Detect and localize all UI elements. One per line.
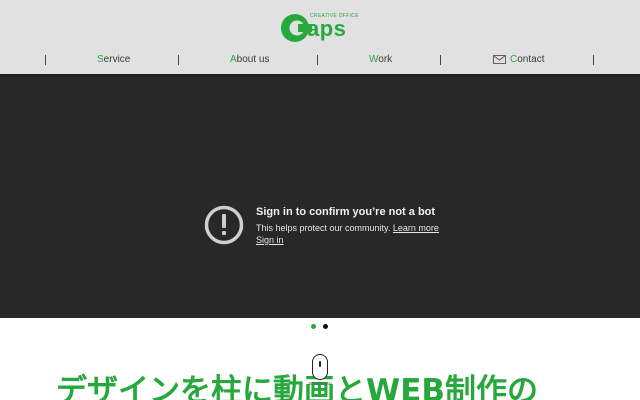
exclamation-circle-icon (204, 205, 244, 245)
hero-video-embed[interactable]: Sign in to confirm you’re not a bot This… (0, 74, 640, 318)
nav-item-about[interactable]: About us (230, 54, 269, 68)
mouse-wheel (319, 361, 321, 367)
main-nav: Service About us Work Contact (0, 52, 640, 70)
nav-separator (178, 55, 179, 65)
nav-separator (593, 55, 594, 65)
nav-item-initial: A (230, 54, 237, 65)
main-headline: デザインを柱に動画とWEB制作の (56, 373, 538, 400)
nav-item-contact[interactable]: Contact (510, 54, 544, 68)
scroll-down-label: Scroll down (308, 381, 332, 386)
mail-icon[interactable] (493, 55, 506, 64)
nav-item-label: bout us (236, 54, 270, 65)
bot-check-title: Sign in to confirm you’re not a bot (256, 206, 436, 218)
sign-in-link[interactable]: Sign in (256, 235, 284, 245)
mouse-icon[interactable] (312, 354, 328, 380)
nav-item-initial: W (369, 54, 379, 65)
nav-separator (440, 55, 441, 65)
nav-item-initial: S (97, 54, 104, 65)
learn-more-link[interactable]: Learn more (393, 223, 439, 233)
bot-check-text: This helps protect our community. (256, 223, 391, 233)
nav-separator (317, 55, 318, 65)
slider-dot-2[interactable] (323, 324, 328, 329)
site-header: CREATIVE OFFICE aps Service About us Wor… (0, 0, 640, 74)
nav-item-service[interactable]: Service (97, 54, 130, 68)
bot-check-body: This helps protect our community. Learn … (256, 223, 439, 233)
nav-item-label: ervice (103, 54, 131, 65)
nav-item-label: ork (378, 54, 393, 65)
nav-item-work[interactable]: Work (369, 54, 392, 68)
logo[interactable]: CREATIVE OFFICE aps (280, 10, 360, 44)
logo-wordmark: aps (307, 16, 347, 41)
slider-dot-1[interactable] (311, 324, 316, 329)
nav-separator (45, 55, 46, 65)
nav-item-label: ontact (517, 54, 545, 65)
